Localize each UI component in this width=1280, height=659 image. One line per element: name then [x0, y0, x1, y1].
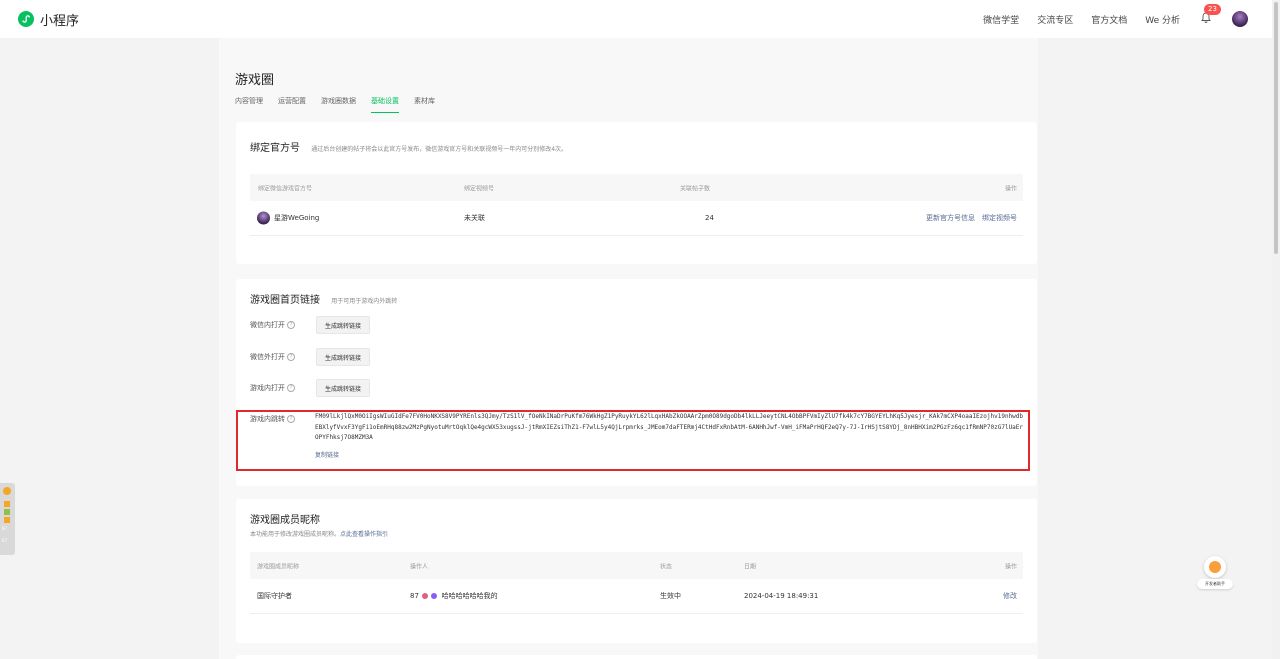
- status-cell: 生效中: [660, 592, 681, 600]
- logo[interactable]: 小程序: [18, 10, 79, 29]
- open-in-game-row: 游戏内打开? 生成跳转链接: [250, 379, 371, 397]
- home-link-card: 游戏圈首页链接 用于可用于游戏内外跳转 微信内打开? 生成跳转链接 微信外打开?…: [236, 279, 1037, 486]
- member-nickname-card: 游戏圈成员昵称 本功能用于修改游戏圈成员昵称。点此查看操作指引 游戏圈成员昵称 …: [236, 499, 1037, 643]
- col-operator: 操作人: [410, 563, 429, 570]
- help-icon[interactable]: ?: [287, 384, 295, 392]
- page-scrollbar[interactable]: [1272, 0, 1280, 659]
- operator-avatar: [422, 593, 429, 599]
- operation-guide-link[interactable]: 点此查看操作指引: [340, 531, 388, 538]
- help-icon[interactable]: ?: [287, 415, 295, 423]
- col-channel: 绑定视频号: [464, 185, 495, 192]
- widget-bar: [4, 509, 10, 515]
- date-cell: 2024-04-19 18:49:31: [744, 592, 819, 600]
- operator-avatar: [431, 593, 438, 599]
- widget-bar: [4, 501, 10, 507]
- col-status: 状态: [660, 563, 673, 570]
- generate-link-button-external[interactable]: 生成跳转链接: [316, 348, 371, 366]
- col-action: 操作: [1004, 563, 1017, 570]
- nav-link-wechat-academy[interactable]: 微信学堂: [983, 13, 1019, 26]
- member-nickname-desc: 本功能用于修改游戏圈成员昵称。点此查看操作指引: [250, 531, 389, 538]
- nickname-cell: 国际守护者: [257, 592, 292, 600]
- nav-link-docs[interactable]: 官方文档: [1091, 13, 1127, 26]
- table-row: 国际守护者 87 哈哈哈哈哈哈我的 生效中 2024-04-19 18:49:3…: [250, 579, 1023, 614]
- update-official-info-link[interactable]: 更新官方号信息: [926, 213, 975, 223]
- col-action: 操作: [1004, 185, 1017, 192]
- open-in-wechat-row: 微信内打开? 生成跳转链接: [250, 316, 371, 334]
- col-nickname: 游戏圈成员昵称: [257, 563, 300, 570]
- account-avatar: [257, 211, 270, 225]
- widget-dot-icon: [3, 487, 11, 495]
- tab-circle-data[interactable]: 游戏圈数据: [321, 96, 356, 113]
- top-navbar: 小程序 微信学堂 交流专区 官方文档 We 分析 23: [0, 0, 1272, 38]
- col-post-count: 关联帖子数: [680, 185, 711, 192]
- notification-badge: 23: [1204, 4, 1221, 15]
- developer-assistant-button[interactable]: 开发者助手: [1197, 556, 1233, 592]
- game-code-label: 游戏内跳转?: [250, 414, 316, 424]
- member-table-header: 游戏圈成员昵称 操作人 状态 日期 操作: [250, 552, 1023, 579]
- nav-link-we-analytics[interactable]: We 分析: [1145, 13, 1180, 26]
- page-tabs: 内容管理 运营配置 游戏圈数据 基础设置 素材库: [235, 96, 450, 113]
- bind-official-table-header: 绑定微信游戏官方号 绑定视频号 关联帖子数 操作: [250, 174, 1023, 201]
- assistant-icon: [1204, 556, 1226, 578]
- bind-official-heading: 绑定官方号 通过后台创建的帖子将会以此官方号发布，微信游戏官方号和关联视频号一年…: [250, 139, 567, 154]
- tab-basic-settings[interactable]: 基础设置: [371, 96, 399, 113]
- bind-official-title: 绑定官方号: [250, 143, 300, 154]
- generate-link-button-wechat[interactable]: 生成跳转链接: [316, 316, 371, 334]
- copy-link-button[interactable]: 复制链接: [315, 450, 339, 459]
- home-link-title: 游戏圈首页链接: [250, 295, 320, 306]
- page-title: 游戏圈: [235, 73, 275, 88]
- assistant-label: 开发者助手: [1197, 579, 1233, 589]
- home-link-desc: 用于可用于游戏内外跳转: [331, 298, 398, 305]
- bind-official-card: 绑定官方号 通过后台创建的帖子将会以此官方号发布，微信游戏官方号和关联视频号一年…: [236, 122, 1037, 264]
- open-outside-wechat-label: 微信外打开?: [250, 352, 316, 362]
- channel-cell: 未关联: [464, 214, 485, 222]
- nav-link-community[interactable]: 交流专区: [1037, 13, 1073, 26]
- open-outside-wechat-row: 微信外打开? 生成跳转链接: [250, 348, 371, 366]
- edit-nickname-link[interactable]: 修改: [1003, 591, 1017, 601]
- logo-text: 小程序: [40, 13, 80, 29]
- bind-channel-link[interactable]: 绑定视频号: [982, 213, 1017, 223]
- table-row: 星游WeGoing 未关联 24 更新官方号信息 绑定视频号: [250, 201, 1023, 236]
- official-account-cell: 星游WeGoing: [257, 211, 320, 225]
- home-link-heading: 游戏圈首页链接 用于可用于游戏内外跳转: [250, 291, 397, 306]
- miniprogram-logo-icon: [18, 11, 34, 27]
- tab-content-management[interactable]: 内容管理: [235, 96, 263, 113]
- open-in-wechat-label: 微信内打开?: [250, 320, 316, 330]
- operator-cell: 87 哈哈哈哈哈哈我的: [410, 592, 498, 600]
- widget-bar: [4, 517, 10, 523]
- tab-material-library[interactable]: 素材库: [414, 96, 435, 113]
- member-nickname-title: 游戏圈成员昵称: [250, 515, 320, 526]
- top-nav-links: 微信学堂 交流专区 官方文档 We 分析 23: [965, 0, 1248, 38]
- help-icon[interactable]: ?: [287, 353, 295, 361]
- notification-bell-icon[interactable]: 23: [1200, 4, 1221, 26]
- next-card-partial: [236, 655, 1037, 659]
- tab-operation-config[interactable]: 运营配置: [278, 96, 306, 113]
- left-floating-widget[interactable]: 87 67: [0, 483, 15, 555]
- scrollbar-thumb[interactable]: [1274, 2, 1278, 254]
- col-official-account: 绑定微信游戏官方号: [258, 185, 313, 192]
- generate-link-button-game[interactable]: 生成跳转链接: [316, 379, 371, 397]
- game-jump-code: FM09lLkjlQxM0OiIgsWIuGIdFe7FV0HoNKXS8V9P…: [315, 413, 1024, 441]
- user-avatar[interactable]: [1232, 11, 1248, 27]
- col-date: 日期: [744, 563, 757, 570]
- open-in-game-label: 游戏内打开?: [250, 383, 316, 393]
- post-count-cell: 24: [705, 214, 714, 222]
- widget-value: 67: [2, 538, 8, 543]
- help-icon[interactable]: ?: [287, 321, 295, 329]
- account-name: 星游WeGoing: [274, 214, 320, 222]
- bind-official-desc: 通过后台创建的帖子将会以此官方号发布，微信游戏官方号和关联视频号一年内可分别修改…: [311, 146, 568, 153]
- widget-value: 87: [2, 526, 8, 531]
